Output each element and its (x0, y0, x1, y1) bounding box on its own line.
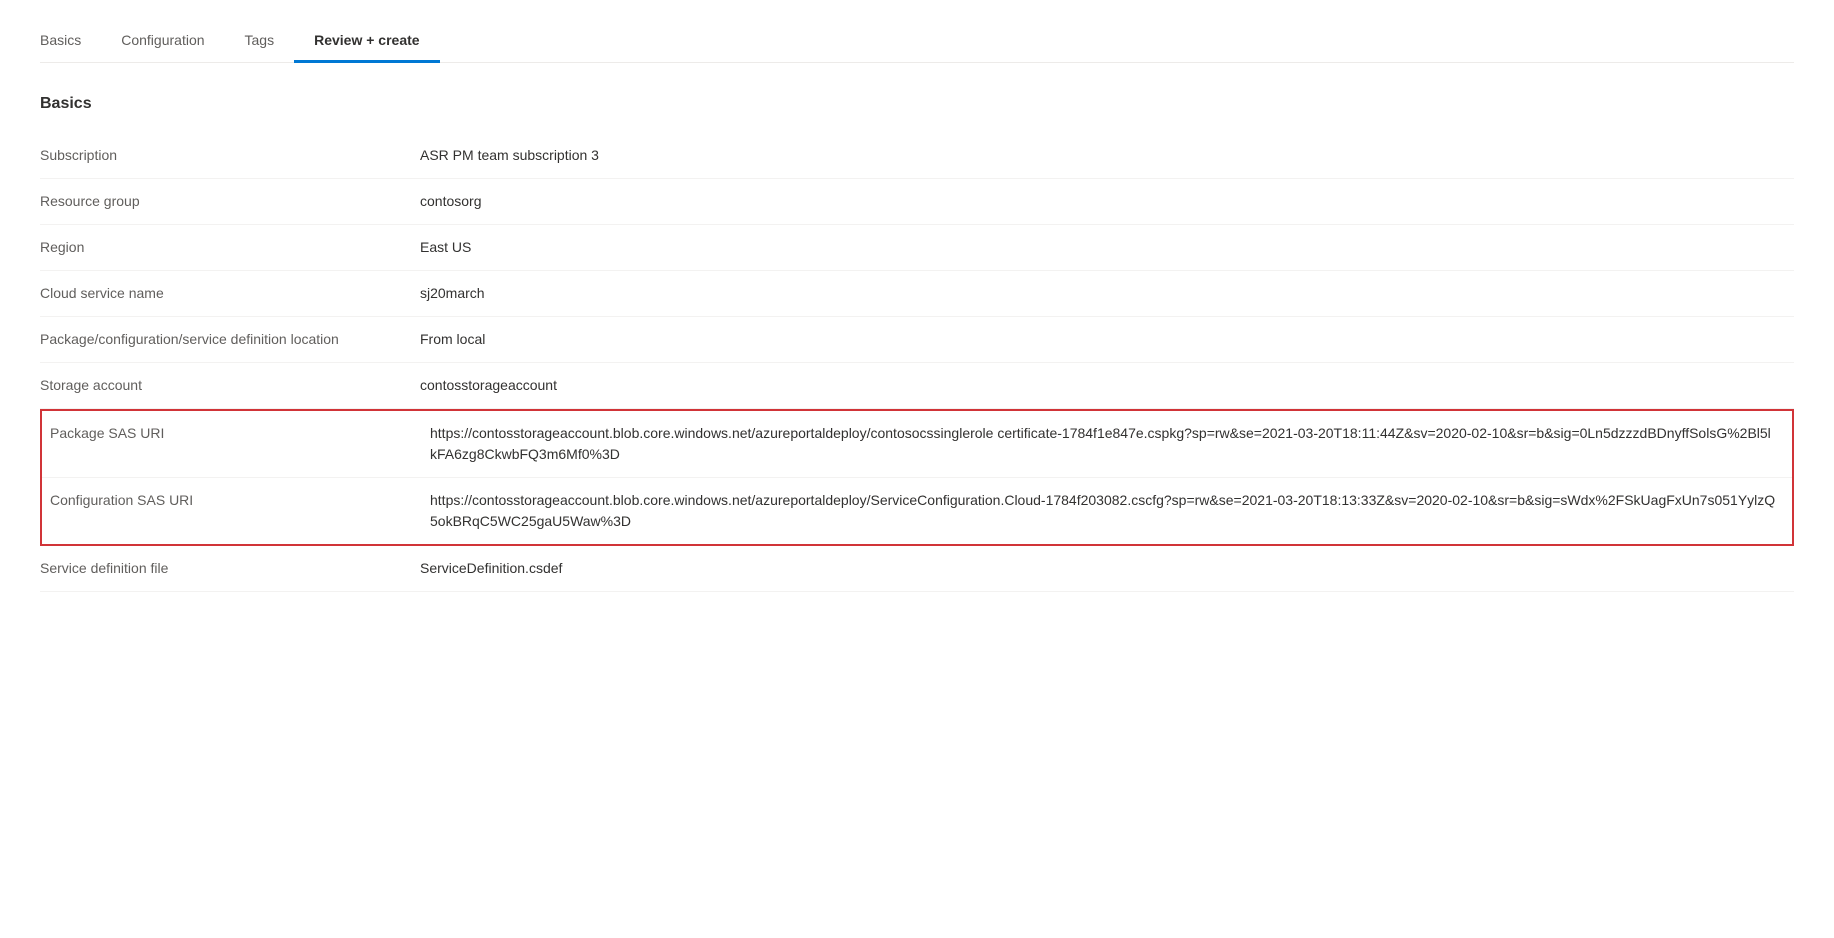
row-subscription: Subscription ASR PM team subscription 3 (40, 133, 1794, 179)
row-package-config-location: Package/configuration/service definition… (40, 317, 1794, 363)
highlighted-sas-block: Package SAS URI https://contosstorageacc… (40, 409, 1794, 546)
row-configuration-sas-uri: Configuration SAS URI https://contosstor… (42, 478, 1792, 544)
label-configuration-sas-uri: Configuration SAS URI (42, 478, 422, 544)
row-storage-account: Storage account contosstorageaccount (40, 363, 1794, 409)
value-cloud-service-name: sj20march (420, 271, 1794, 316)
label-storage-account: Storage account (40, 363, 420, 408)
value-configuration-sas-uri: https://contosstorageaccount.blob.core.w… (422, 478, 1792, 544)
rows-container: Subscription ASR PM team subscription 3 … (40, 133, 1794, 592)
row-cloud-service-name: Cloud service name sj20march (40, 271, 1794, 317)
row-resource-group: Resource group contosorg (40, 179, 1794, 225)
section-title: Basics (40, 95, 1794, 113)
value-storage-account: contosstorageaccount (420, 363, 1794, 408)
label-package-config-location: Package/configuration/service definition… (40, 317, 420, 362)
value-service-definition-file: ServiceDefinition.csdef (420, 546, 1794, 591)
value-resource-group: contosorg (420, 179, 1794, 224)
value-package-sas-uri: https://contosstorageaccount.blob.core.w… (422, 411, 1792, 477)
label-subscription: Subscription (40, 133, 420, 178)
label-region: Region (40, 225, 420, 270)
tab-navigation: Basics Configuration Tags Review + creat… (40, 20, 1794, 63)
row-package-sas-uri: Package SAS URI https://contosstorageacc… (42, 411, 1792, 478)
label-service-definition-file: Service definition file (40, 546, 420, 591)
label-cloud-service-name: Cloud service name (40, 271, 420, 316)
page-container: Basics Configuration Tags Review + creat… (0, 0, 1834, 938)
label-package-sas-uri: Package SAS URI (42, 411, 422, 477)
tab-review-create[interactable]: Review + create (294, 20, 439, 63)
tab-basics[interactable]: Basics (40, 20, 101, 63)
tab-configuration[interactable]: Configuration (101, 20, 224, 63)
value-subscription: ASR PM team subscription 3 (420, 133, 1794, 178)
row-service-definition-file: Service definition file ServiceDefinitio… (40, 546, 1794, 592)
label-resource-group: Resource group (40, 179, 420, 224)
value-package-config-location: From local (420, 317, 1794, 362)
tab-tags[interactable]: Tags (225, 20, 295, 63)
row-region: Region East US (40, 225, 1794, 271)
value-region: East US (420, 225, 1794, 270)
